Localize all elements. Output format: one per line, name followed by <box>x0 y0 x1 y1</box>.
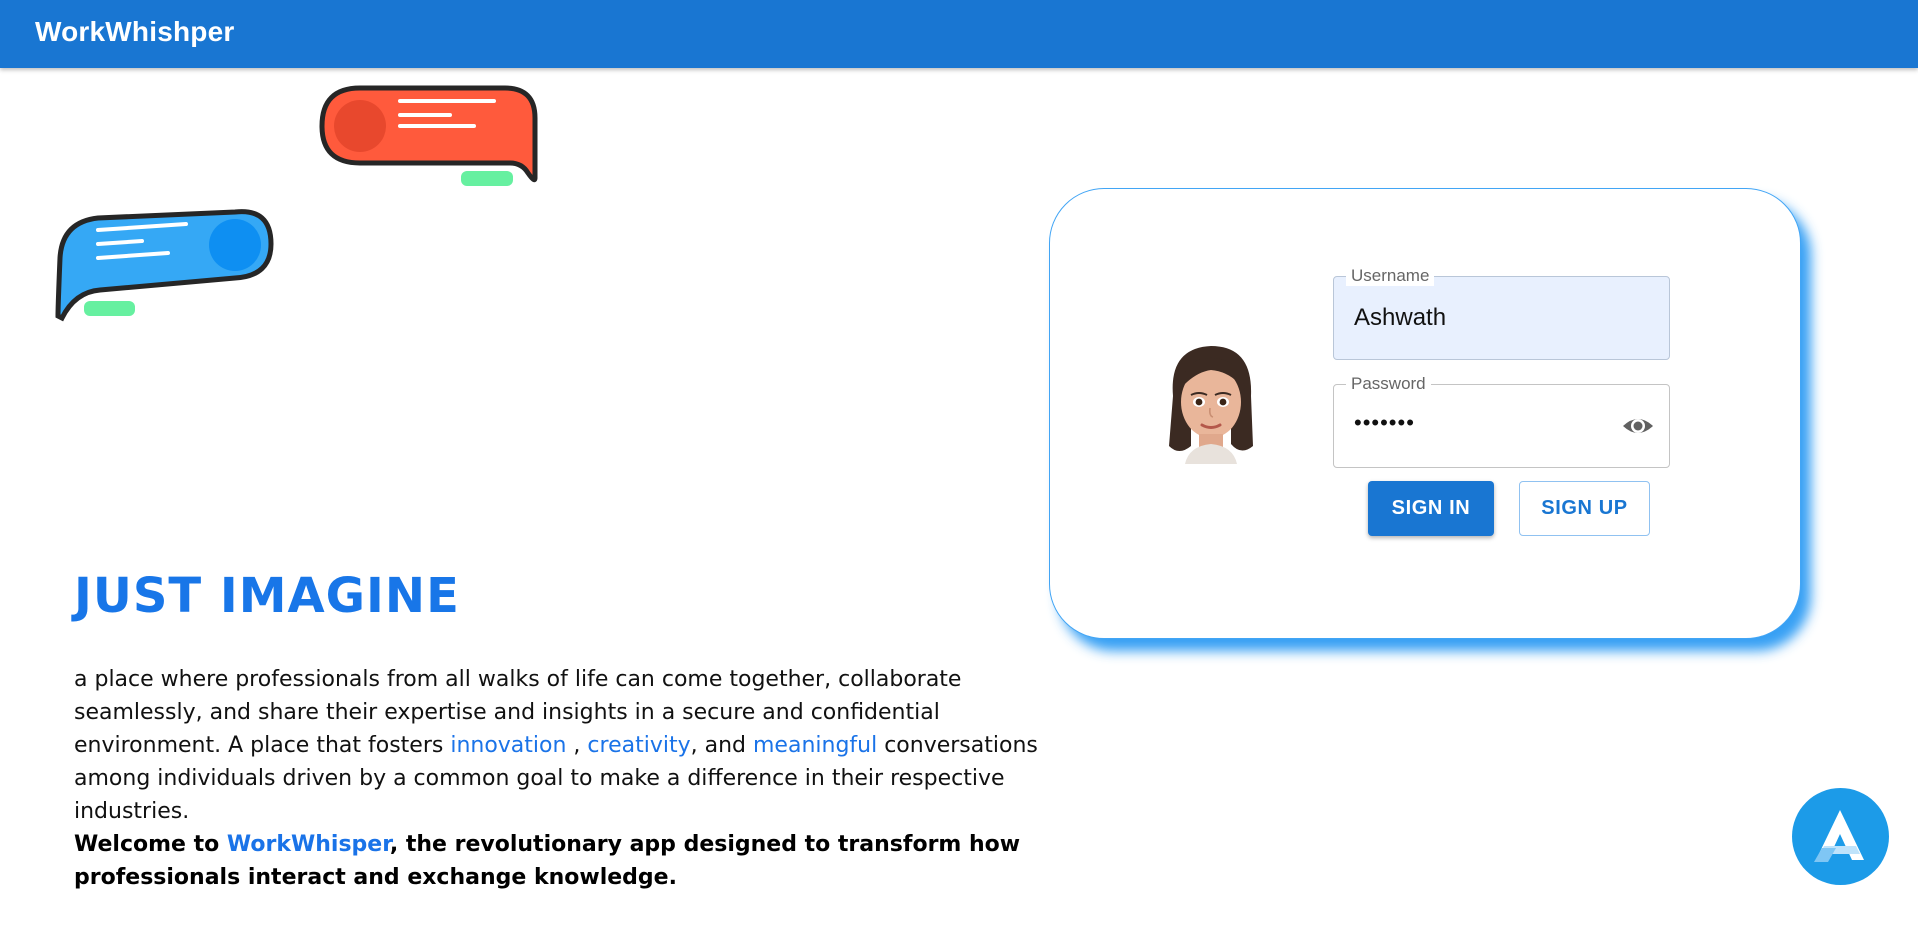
chat-bubble-icon <box>55 85 538 322</box>
chat-bubbles-illustration <box>0 68 600 348</box>
app-bar: WorkWhishper <box>0 0 1918 68</box>
sign-up-button[interactable]: SIGN UP <box>1519 481 1650 536</box>
app-title: WorkWhishper <box>35 16 235 47</box>
visibility-eye-icon[interactable] <box>1621 411 1655 441</box>
memoji-avatar-icon <box>1155 334 1265 464</box>
username-field[interactable]: Username Ashwath <box>1333 266 1670 360</box>
login-card: Username Ashwath Password ••••••• SIGN I… <box>1049 188 1801 639</box>
username-label: Username <box>1346 266 1435 286</box>
highlight-meaningful: meaningful <box>753 733 878 758</box>
hero-text-sep2: , and <box>690 733 753 758</box>
hero-title: JUST IMAGINE <box>74 568 460 624</box>
hero-description: a place where professionals from all wal… <box>74 663 1054 828</box>
welcome-text: Welcome to WorkWhisper, the revolutionar… <box>74 828 1054 894</box>
password-field[interactable]: Password ••••••• <box>1333 374 1670 468</box>
highlight-innovation: innovation <box>450 733 567 758</box>
password-input[interactable]: ••••••• <box>1354 410 1415 436</box>
hero-text-sep1: , <box>566 733 588 758</box>
username-input[interactable]: Ashwath <box>1354 304 1446 332</box>
welcome-brand: WorkWhisper <box>226 832 390 857</box>
password-label: Password <box>1346 374 1431 394</box>
sign-in-button[interactable]: SIGN IN <box>1368 481 1494 536</box>
highlight-creativity: creativity <box>587 733 691 758</box>
assistant-logo-icon[interactable] <box>1792 788 1889 885</box>
welcome-prefix: Welcome to <box>74 832 227 857</box>
